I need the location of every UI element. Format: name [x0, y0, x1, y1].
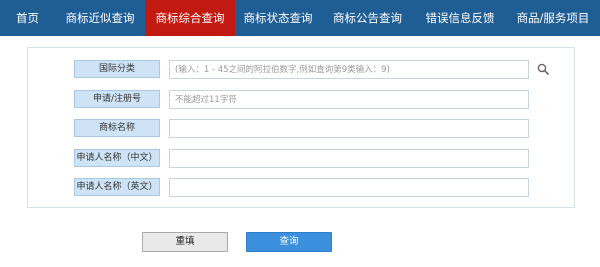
label-intl-class: 国际分类	[74, 60, 160, 78]
nav-item-similar-search[interactable]: 商标近似查询	[55, 0, 145, 36]
intl-class-input[interactable]	[169, 60, 529, 79]
nav-item-error-feedback[interactable]: 错误信息反馈	[414, 0, 506, 36]
search-button[interactable]: 查询	[246, 232, 332, 252]
nav-item-status-search[interactable]: 商标状态查询	[235, 0, 321, 36]
label-trademark-name: 商标名称	[74, 119, 160, 137]
applicant-name-en-input[interactable]	[169, 178, 529, 197]
label-applicant-cn: 申请人名称（中文）	[74, 149, 160, 167]
reg-number-input[interactable]	[169, 90, 529, 109]
top-nav: 首页 商标近似查询 商标综合查询 商标状态查询 商标公告查询 错误信息反馈 商品…	[0, 0, 600, 36]
nav-item-announcement-search[interactable]: 商标公告查询	[321, 0, 414, 36]
nav-item-home[interactable]: 首页	[0, 0, 55, 36]
nav-item-goods-services[interactable]: 商品/服务项目	[506, 0, 600, 36]
applicant-name-cn-input[interactable]	[169, 149, 529, 168]
nav-item-comprehensive-search[interactable]: 商标综合查询	[145, 0, 235, 36]
label-reg-number: 申请/注册号	[74, 90, 160, 108]
reset-button[interactable]: 重填	[142, 232, 228, 252]
magnifier-icon[interactable]	[537, 63, 549, 75]
trademark-name-input[interactable]	[169, 119, 529, 138]
label-applicant-en: 申请人名称（英文）	[74, 178, 160, 196]
